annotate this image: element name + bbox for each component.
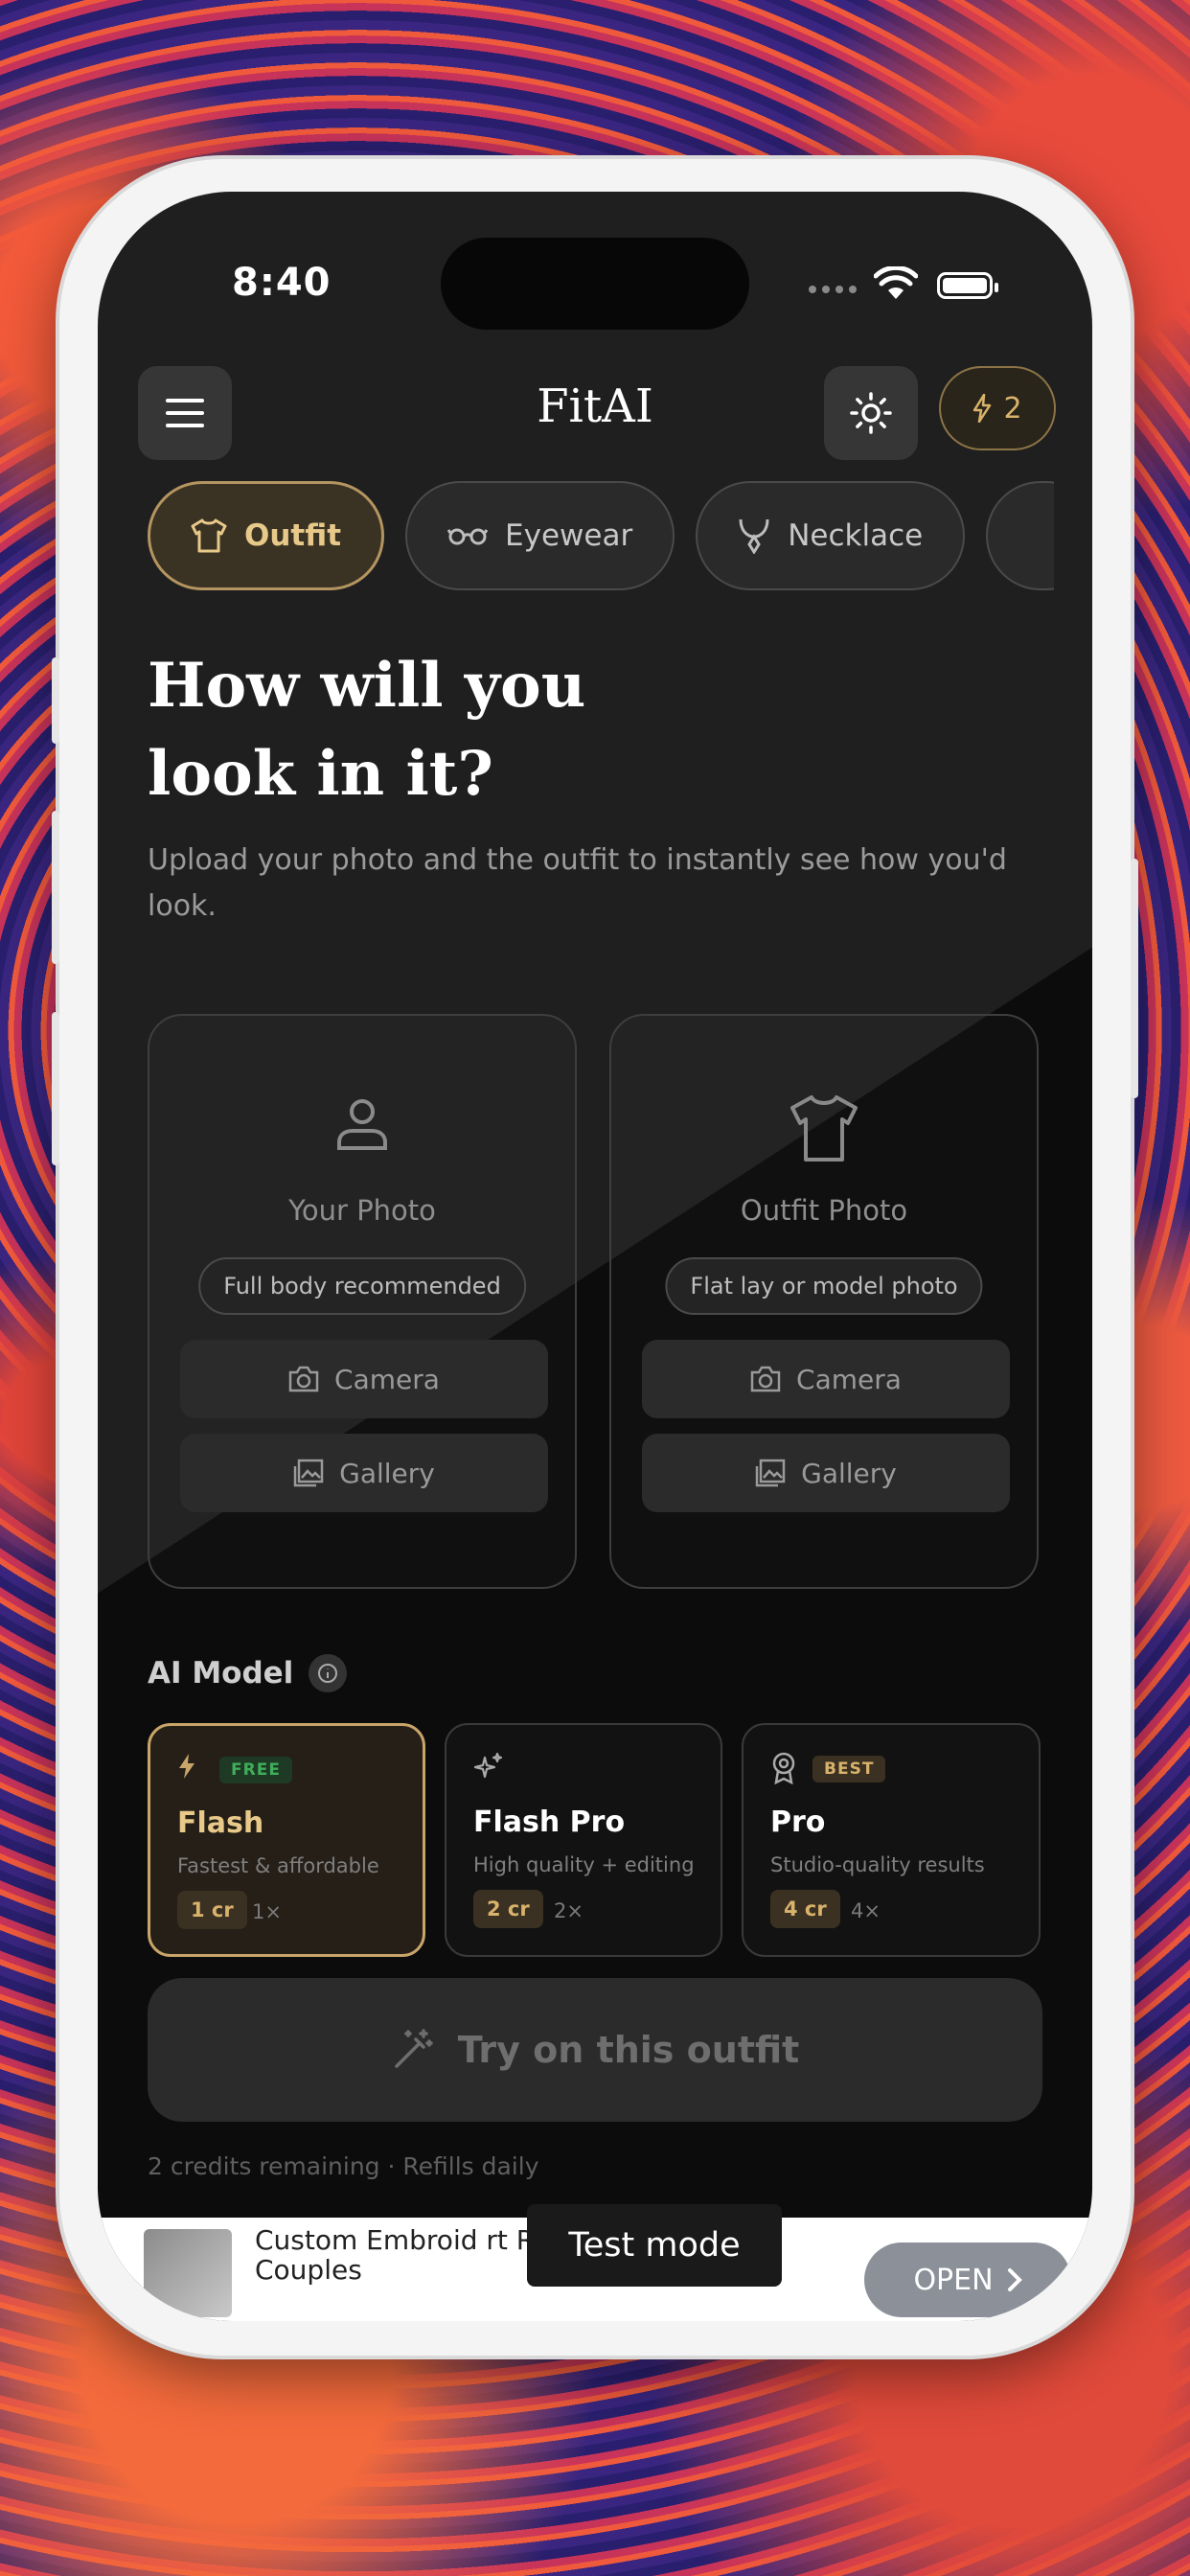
tab-outfit[interactable]: Outfit xyxy=(148,481,385,590)
your-photo-camera-button[interactable]: Camera xyxy=(180,1340,548,1418)
chevron-right-icon xyxy=(1007,2268,1022,2291)
model-multiplier: 1× xyxy=(252,1900,282,1923)
outfit-photo-camera-button[interactable]: Camera xyxy=(642,1340,1010,1418)
try-on-button[interactable]: Try on this outfit xyxy=(148,1978,1042,2122)
your-photo-card[interactable]: Your Photo Full body recommended Camera … xyxy=(148,1014,577,1589)
ai-model-label: AI Model xyxy=(148,1656,294,1690)
ad-open-label: OPEN xyxy=(913,2263,994,2297)
tab-necklace[interactable]: Necklace xyxy=(696,481,966,590)
model-name: Flash Pro xyxy=(473,1806,626,1839)
model-multiplier: 2× xyxy=(554,1899,584,1922)
best-badge: BEST xyxy=(812,1756,886,1782)
app-screen: 8:40 FitAI 2 Outfit Eyewear Necklace How… xyxy=(98,192,1092,2321)
your-photo-label: Your Photo xyxy=(288,1194,436,1227)
test-mode-label: Test mode xyxy=(527,2204,782,2287)
model-card-flash[interactable]: FREE Flash Fastest & affordable 1 cr 1× xyxy=(148,1723,425,1957)
outfit-photo-gallery-button[interactable]: Gallery xyxy=(642,1434,1010,1512)
model-cost: 4 cr xyxy=(770,1890,840,1928)
outfit-photo-hint: Flat lay or model photo xyxy=(665,1257,983,1315)
ad-open-button[interactable]: OPEN xyxy=(864,2242,1071,2317)
award-icon xyxy=(772,1752,795,1784)
status-time: 8:40 xyxy=(232,261,332,305)
dynamic-island xyxy=(441,238,749,330)
model-cost: 2 cr xyxy=(473,1890,543,1928)
your-photo-gallery-button[interactable]: Gallery xyxy=(180,1434,548,1512)
ad-image xyxy=(144,2229,232,2317)
model-desc: Studio-quality results xyxy=(770,1853,985,1876)
lightning-icon xyxy=(973,394,992,423)
tab-eyewear[interactable]: Eyewear xyxy=(405,481,675,590)
outfit-photo-gallery-label: Gallery xyxy=(801,1457,897,1489)
model-desc: Fastest & affordable xyxy=(177,1854,379,1877)
model-name: Pro xyxy=(770,1806,826,1839)
shirt-icon xyxy=(191,518,227,553)
mute-switch xyxy=(52,657,59,744)
lightning-icon xyxy=(179,1754,195,1779)
credits-badge[interactable]: 2 xyxy=(939,366,1056,450)
credits-remaining-text: 2 credits remaining · Refills daily xyxy=(148,2152,539,2180)
ai-model-heading: AI Model xyxy=(148,1654,348,1692)
tab-more[interactable] xyxy=(986,481,1054,590)
gallery-icon xyxy=(755,1459,786,1487)
model-multiplier: 4× xyxy=(851,1899,881,1922)
hero-subtitle: Upload your photo and the outfit to inst… xyxy=(148,843,1007,923)
category-tabs: Outfit Eyewear Necklace xyxy=(148,481,1054,596)
model-card-pro[interactable]: BEST Pro Studio-quality results 4 cr 4× xyxy=(742,1723,1041,1957)
gallery-icon xyxy=(293,1459,324,1487)
your-photo-hint: Full body recommended xyxy=(198,1257,526,1315)
free-badge: FREE xyxy=(219,1757,292,1783)
tab-eyewear-label: Eyewear xyxy=(505,518,633,553)
hero-headline: How will you look in it? xyxy=(148,642,585,818)
model-card-flash-pro[interactable]: Flash Pro High quality + editing 2 cr 2× xyxy=(445,1723,722,1957)
glasses-icon xyxy=(447,528,489,545)
outfit-photo-card[interactable]: Outfit Photo Flat lay or model photo Cam… xyxy=(609,1014,1039,1589)
credits-count: 2 xyxy=(1003,391,1022,426)
camera-icon xyxy=(288,1366,319,1392)
sun-icon xyxy=(850,392,892,434)
hero-headline-line2: look in it? xyxy=(148,738,493,810)
power-button xyxy=(1131,859,1138,1098)
model-desc: High quality + editing xyxy=(473,1853,695,1876)
battery-icon xyxy=(937,272,998,299)
phone-frame: 8:40 FitAI 2 Outfit Eyewear Necklace How… xyxy=(52,159,1138,2356)
model-name: Flash xyxy=(177,1806,264,1840)
signal-icon xyxy=(809,286,857,293)
sparkles-icon xyxy=(473,1752,503,1779)
magic-wand-icon xyxy=(394,2029,433,2068)
your-photo-camera-label: Camera xyxy=(334,1363,440,1395)
outfit-photo-camera-label: Camera xyxy=(796,1363,902,1395)
wifi-icon xyxy=(873,264,919,305)
tab-outfit-label: Outfit xyxy=(244,518,342,553)
necklace-icon xyxy=(739,518,769,554)
info-icon[interactable] xyxy=(309,1654,348,1692)
outfit-photo-label: Outfit Photo xyxy=(740,1194,908,1227)
tab-necklace-label: Necklace xyxy=(788,518,924,553)
try-on-label: Try on this outfit xyxy=(457,2029,800,2071)
person-icon xyxy=(149,1094,575,1152)
volume-up-button xyxy=(52,811,59,964)
volume-down-button xyxy=(52,1012,59,1165)
model-cost: 1 cr xyxy=(177,1891,247,1929)
camera-icon xyxy=(750,1366,781,1392)
your-photo-gallery-label: Gallery xyxy=(339,1457,435,1489)
theme-toggle-button[interactable] xyxy=(824,366,918,460)
shirt-icon xyxy=(611,1094,1037,1163)
hero-headline-line1: How will you xyxy=(148,650,586,722)
